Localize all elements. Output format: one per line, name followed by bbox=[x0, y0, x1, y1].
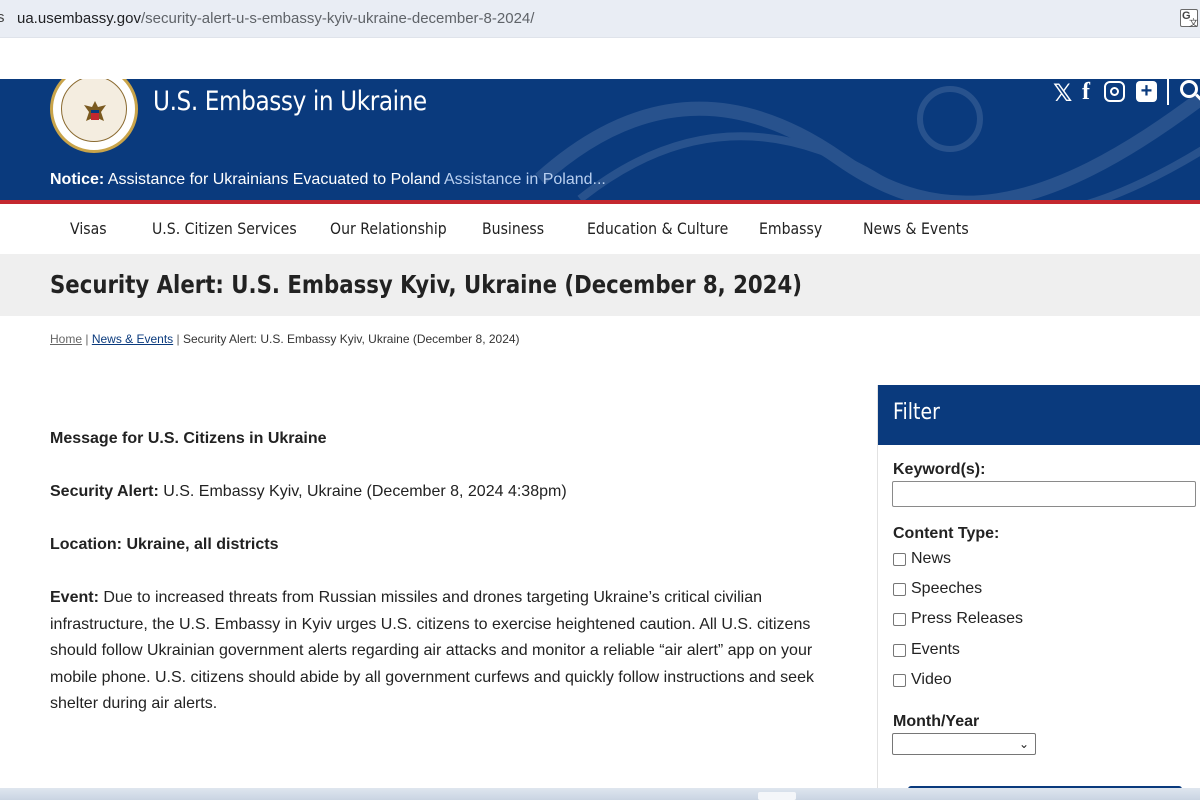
nav-item-our-relationship[interactable]: Our Relationship bbox=[330, 219, 447, 238]
chevron-down-icon: ⌄ bbox=[1018, 737, 1029, 751]
checkbox-video-label: Video bbox=[911, 671, 952, 688]
url-lead-fragment: s bbox=[0, 9, 5, 26]
header-divider bbox=[1167, 79, 1169, 105]
filter-header: Filter bbox=[878, 385, 1200, 445]
page-title: Security Alert: U.S. Embassy Kyiv, Ukrai… bbox=[50, 270, 802, 299]
translate-icon[interactable] bbox=[1180, 9, 1198, 29]
x-icon[interactable]: 𝕏 bbox=[1053, 79, 1072, 107]
keyword-input[interactable] bbox=[892, 481, 1196, 507]
location-line: Location: Ukraine, all districts bbox=[50, 536, 279, 553]
breadcrumb: Home | News & Events | Security Alert: U… bbox=[50, 332, 520, 346]
nav-item-education-culture[interactable]: Education & Culture bbox=[587, 219, 728, 238]
filter-title: Filter bbox=[893, 400, 940, 425]
notice-banner: Notice: Assistance for Ukrainians Evacua… bbox=[50, 171, 606, 189]
checkbox-events-label: Events bbox=[911, 641, 960, 658]
notice-text: Assistance for Ukrainians Evacuated to P… bbox=[107, 171, 441, 188]
checkbox-video-box[interactable] bbox=[893, 674, 906, 687]
instagram-icon[interactable] bbox=[1104, 81, 1125, 102]
site-header: U.S. Embassy in Ukraine 𝕏 f + Notice: As… bbox=[0, 79, 1200, 200]
security-alert-text: U.S. Embassy Kyiv, Ukraine (December 8, … bbox=[158, 483, 567, 500]
keyword-label: Keyword(s): bbox=[893, 461, 986, 478]
security-alert-label: Security Alert: bbox=[50, 483, 159, 500]
taskbar-item[interactable] bbox=[758, 792, 796, 800]
nav-item-business[interactable]: Business bbox=[482, 219, 544, 238]
os-taskbar bbox=[0, 788, 1200, 800]
event-label: Event: bbox=[50, 589, 99, 606]
notice-label: Notice: bbox=[50, 171, 105, 188]
notice-link[interactable]: Assistance in Poland... bbox=[444, 171, 606, 188]
message-heading: Message for U.S. Citizens in Ukraine bbox=[50, 430, 327, 447]
nav-item-embassy[interactable]: Embassy bbox=[759, 219, 822, 238]
plus-icon[interactable]: + bbox=[1136, 81, 1157, 102]
nav-item-news-events[interactable]: News & Events bbox=[863, 219, 969, 238]
breadcrumb-news-events[interactable]: News & Events bbox=[92, 332, 173, 346]
checkbox-events-box[interactable] bbox=[893, 644, 906, 657]
url-host: ua.usembassy.gov bbox=[17, 10, 141, 27]
breadcrumb-current: Security Alert: U.S. Embassy Kyiv, Ukrai… bbox=[182, 332, 520, 346]
breadcrumb-separator: | bbox=[82, 332, 92, 346]
checkbox-speeches-box[interactable] bbox=[893, 583, 906, 596]
event-text: Due to increased threats from Russian mi… bbox=[50, 589, 814, 712]
site-title[interactable]: U.S. Embassy in Ukraine bbox=[153, 86, 427, 117]
checkbox-news-box[interactable] bbox=[893, 553, 906, 566]
checkbox-press-releases-box[interactable] bbox=[893, 613, 906, 626]
great-seal-icon[interactable] bbox=[50, 79, 138, 153]
sidebar-border bbox=[877, 385, 878, 795]
title-band: Security Alert: U.S. Embassy Kyiv, Ukrai… bbox=[0, 254, 1200, 316]
nav-item-visas[interactable]: Visas bbox=[70, 219, 107, 238]
url-text[interactable]: ua.usembassy.gov/security-alert-u-s-emba… bbox=[17, 10, 534, 27]
header-eagle-pattern bbox=[535, 86, 1200, 200]
checkbox-speeches-label: Speeches bbox=[911, 580, 983, 597]
nav-item-citizen-services[interactable]: U.S. Citizen Services bbox=[152, 219, 297, 238]
breadcrumb-separator: | bbox=[173, 332, 183, 346]
browser-url-bar[interactable]: s ua.usembassy.gov/security-alert-u-s-em… bbox=[0, 0, 1200, 38]
month-year-label: Month/Year bbox=[893, 713, 980, 730]
security-alert-line: Security Alert: U.S. Embassy Kyiv, Ukrai… bbox=[50, 479, 567, 506]
url-path: /security-alert-u-s-embassy-kyiv-ukraine… bbox=[140, 10, 535, 27]
main-nav: Visas U.S. Citizen Services Our Relation… bbox=[0, 204, 1200, 254]
breadcrumb-home[interactable]: Home bbox=[50, 332, 82, 346]
seal-eagle bbox=[84, 101, 106, 121]
event-paragraph: Event: Due to increased threats from Rus… bbox=[50, 585, 820, 718]
content-type-label: Content Type: bbox=[893, 525, 1000, 542]
search-icon[interactable] bbox=[1180, 80, 1198, 98]
month-year-select[interactable]: ⌄ bbox=[892, 733, 1036, 755]
checkbox-news-label: News bbox=[911, 550, 952, 567]
facebook-icon[interactable]: f bbox=[1082, 79, 1090, 105]
checkbox-press-releases-label: Press Releases bbox=[911, 610, 1024, 627]
